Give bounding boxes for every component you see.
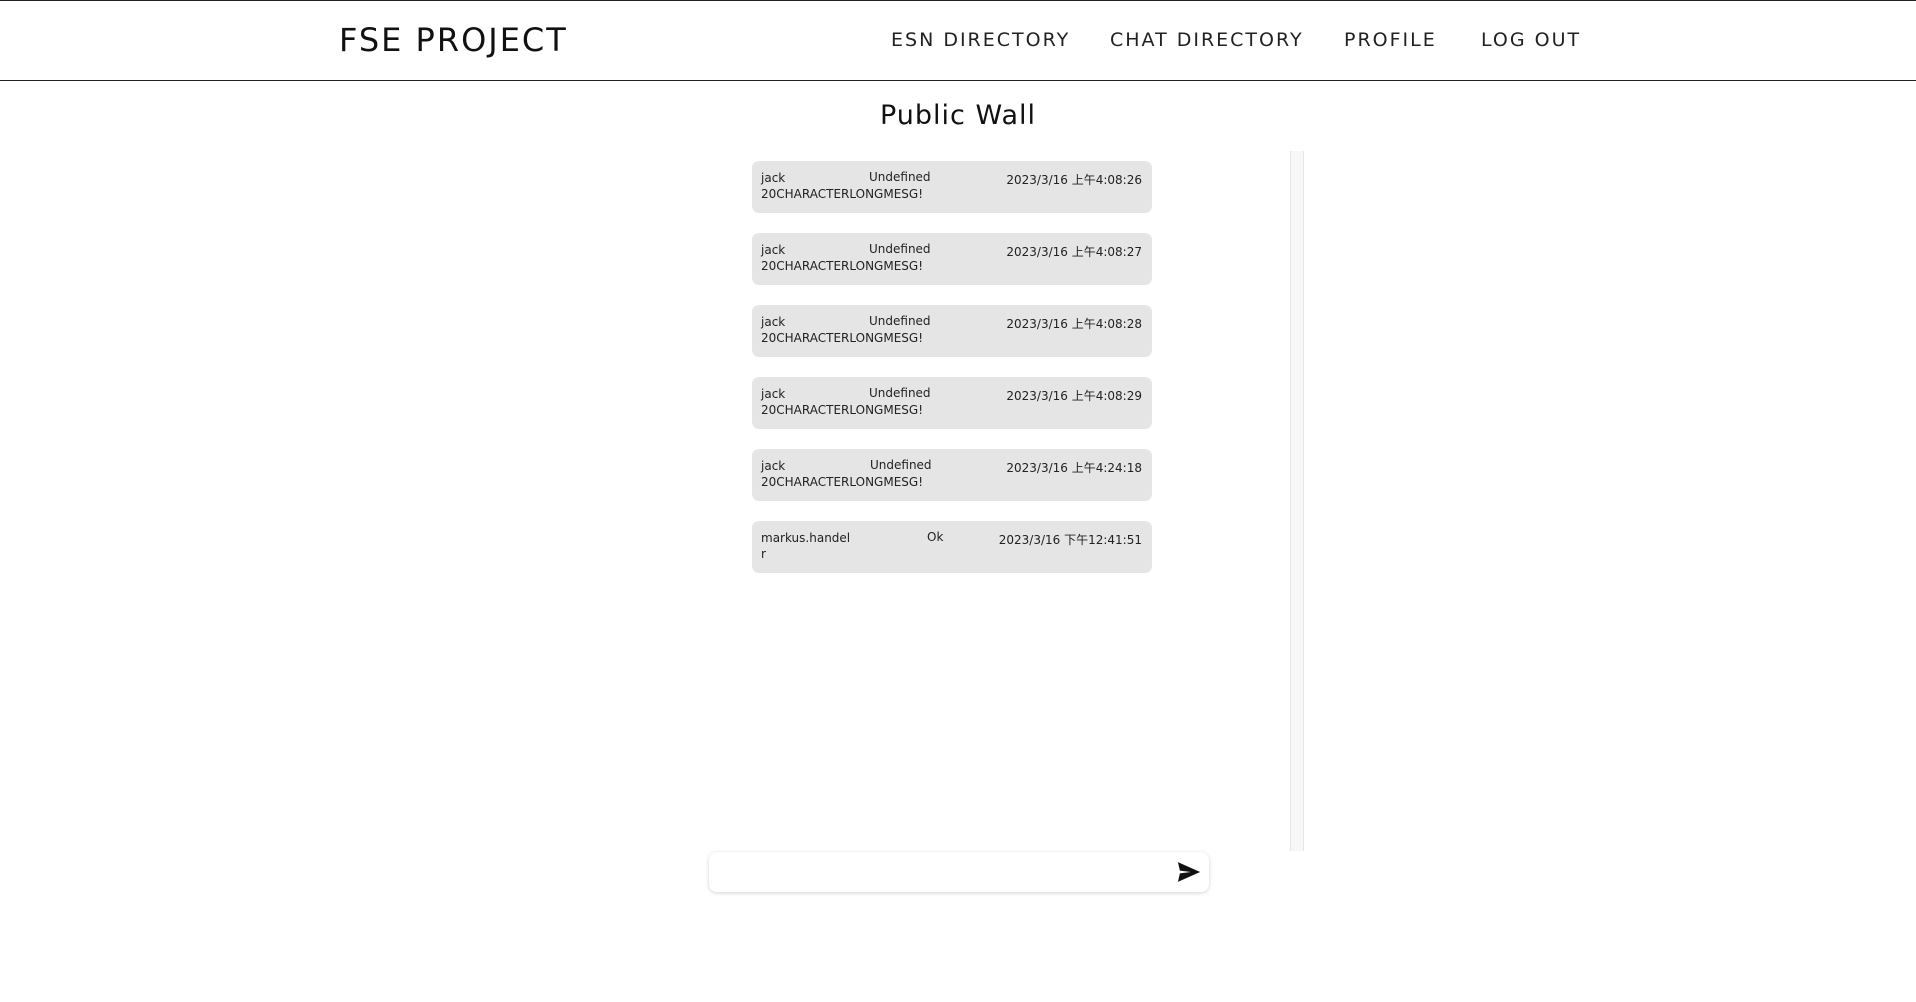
message-card: jack Undefined 2023/3/16 上午4:08:29 20CHA… <box>752 377 1152 429</box>
message-feed: jack Undefined 2023/3/16 上午4:08:26 20CHA… <box>752 161 1152 593</box>
feed-scrollbar[interactable] <box>1290 151 1304 851</box>
message-text: 20CHARACTERLONGMESG! <box>761 331 923 345</box>
message-text: 20CHARACTERLONGMESG! <box>761 259 923 273</box>
message-status: Ok <box>927 530 944 544</box>
message-username: jack <box>761 315 786 329</box>
brand-title[interactable]: FSE PROJECT <box>339 21 568 59</box>
top-navbar: FSE PROJECT ESN DIRECTORY CHAT DIRECTORY… <box>0 0 1916 81</box>
message-input[interactable] <box>721 858 1165 888</box>
message-username: markus.handel r <box>761 531 851 561</box>
message-card: jack Undefined 2023/3/16 上午4:08:26 20CHA… <box>752 161 1152 213</box>
message-status: Undefined <box>870 458 932 472</box>
message-timestamp: 2023/3/16 上午4:24:18 <box>1006 461 1142 475</box>
message-username: jack <box>761 171 786 185</box>
message-timestamp: 2023/3/16 上午4:08:26 <box>1006 173 1142 187</box>
nav-esn-directory[interactable]: ESN DIRECTORY <box>891 29 1070 51</box>
message-text: 20CHARACTERLONGMESG! <box>761 475 923 489</box>
message-status: Undefined <box>869 386 931 400</box>
message-card: jack Undefined 2023/3/16 上午4:08:28 20CHA… <box>752 305 1152 357</box>
message-username: jack <box>761 243 786 257</box>
message-username: jack <box>761 387 786 401</box>
message-timestamp: 2023/3/16 上午4:08:29 <box>1006 389 1142 403</box>
message-card: jack Undefined 2023/3/16 上午4:08:27 20CHA… <box>752 233 1152 285</box>
message-text: 20CHARACTERLONGMESG! <box>761 187 923 201</box>
message-composer <box>709 852 1209 892</box>
nav-log-out[interactable]: LOG OUT <box>1481 29 1581 51</box>
message-status: Undefined <box>869 170 931 184</box>
nav-chat-directory[interactable]: CHAT DIRECTORY <box>1110 29 1304 51</box>
message-card: jack Undefined 2023/3/16 上午4:24:18 20CHA… <box>752 449 1152 501</box>
message-text: 20CHARACTERLONGMESG! <box>761 403 923 417</box>
message-timestamp: 2023/3/16 下午12:41:51 <box>998 533 1142 547</box>
message-status: Undefined <box>869 314 931 328</box>
message-timestamp: 2023/3/16 上午4:08:27 <box>1006 245 1142 259</box>
message-timestamp: 2023/3/16 上午4:08:28 <box>1006 317 1142 331</box>
message-username: jack <box>761 459 786 473</box>
message-card: markus.handel r Ok 2023/3/16 下午12:41:51 <box>752 521 1152 573</box>
send-icon <box>1177 862 1201 882</box>
message-status: Undefined <box>869 242 931 256</box>
page-title: Public Wall <box>879 100 1036 131</box>
nav-profile[interactable]: PROFILE <box>1344 29 1437 51</box>
send-button[interactable] <box>1175 858 1203 886</box>
